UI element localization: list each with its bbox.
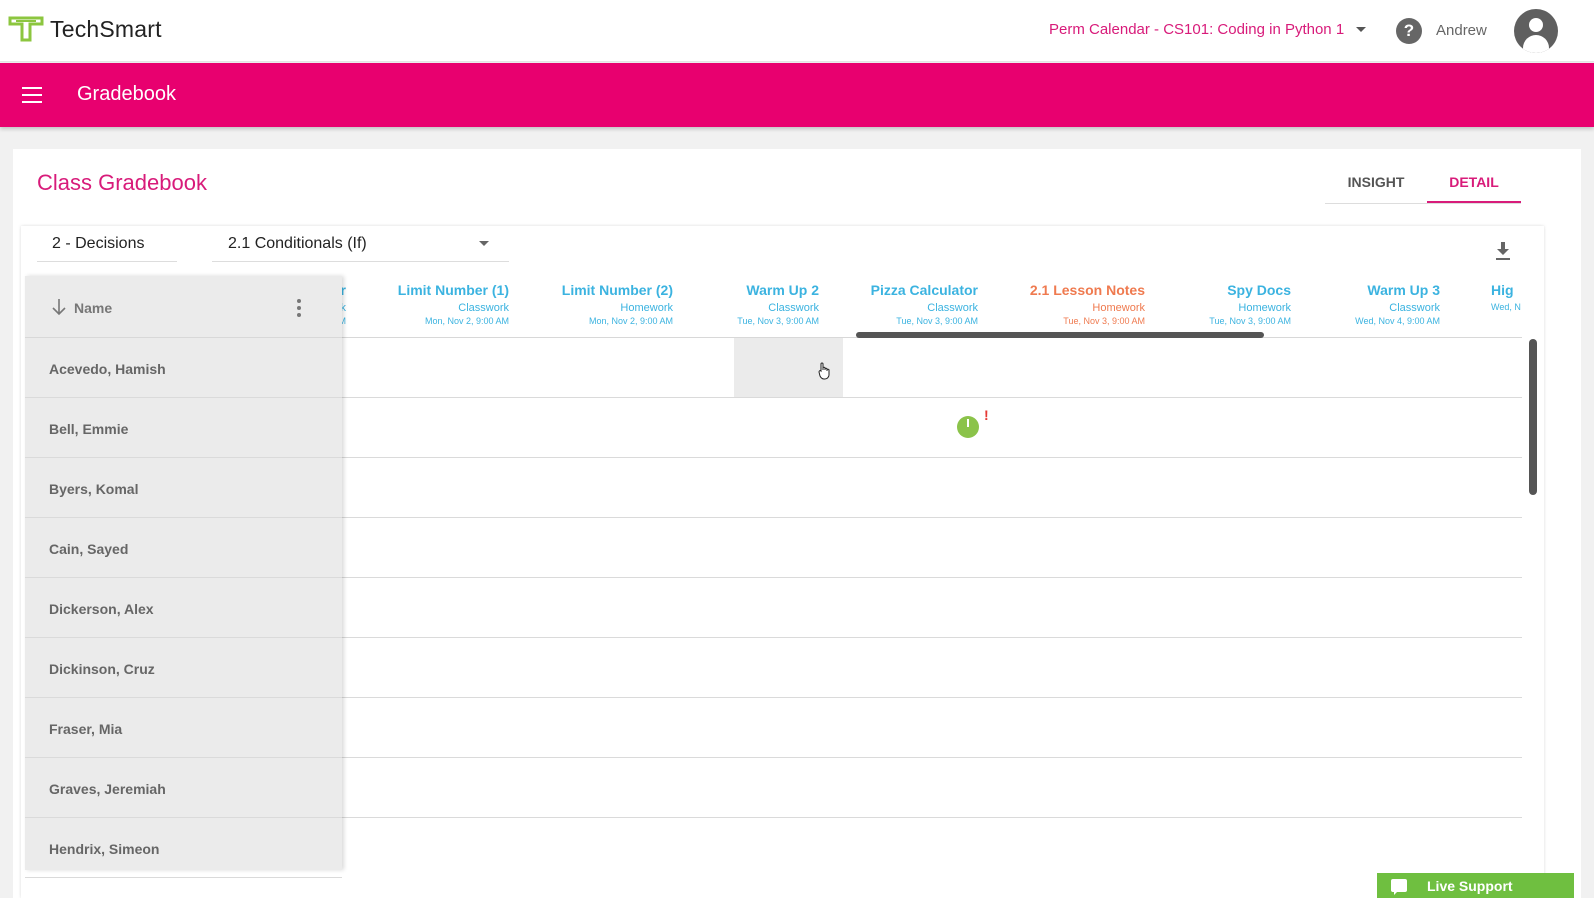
student-name[interactable]: Fraser, Mia	[25, 698, 342, 758]
assignment-header[interactable]: Warm Up 2 Classwork Tue, Nov 3, 9:00 AM	[737, 282, 819, 326]
grade-row	[342, 398, 1522, 458]
student-name[interactable]: Acevedo, Hamish	[25, 338, 342, 398]
chevron-down-icon	[1356, 27, 1367, 32]
app-bar-title: Gradebook	[77, 83, 176, 105]
tab-detail[interactable]: DETAIL	[1427, 161, 1521, 203]
gradebook-card: Class Gradebook INSIGHT DETAIL 2 - Decis…	[13, 149, 1581, 898]
alert-icon: !	[984, 407, 989, 423]
grade-row	[342, 338, 1522, 398]
name-column-header: Name	[25, 276, 342, 338]
app-bar: Gradebook	[0, 63, 1594, 127]
student-name[interactable]: Dickinson, Cruz	[25, 638, 342, 698]
student-name[interactable]: Bell, Emmie	[25, 398, 342, 458]
grade-row	[342, 518, 1522, 578]
name-header-label: Name	[74, 300, 113, 316]
grade-row	[342, 578, 1522, 638]
lesson-select[interactable]: 2.1 Conditionals (If)	[212, 226, 509, 262]
live-support-label: Live Support	[1427, 878, 1513, 894]
live-support-button[interactable]: Live Support	[1377, 873, 1574, 898]
assignment-header[interactable]: Limit Number (1) Classwork Mon, Nov 2, 9:0…	[398, 282, 509, 326]
user-name[interactable]: Andrew	[1436, 22, 1487, 39]
arrow-down-sort-icon[interactable]	[52, 298, 66, 316]
assignment-header[interactable]: Limit Number (2) Homework Mon, Nov 2, 9:00…	[562, 282, 673, 326]
assignment-header[interactable]: Pizza Calculator Classwork Tue, Nov 3, 9:0…	[871, 282, 978, 326]
chat-icon	[1391, 879, 1407, 895]
grade-row	[342, 638, 1522, 698]
student-name[interactable]: Cain, Sayed	[25, 518, 342, 578]
techsmart-logo[interactable]: TechSmart	[8, 14, 162, 44]
calendar-label: Perm Calendar - CS101: Coding in Python …	[1049, 21, 1345, 38]
student-name[interactable]: Byers, Komal	[25, 458, 342, 518]
hamburger-menu-icon[interactable]	[22, 87, 42, 103]
student-name[interactable]: Dickerson, Alex	[25, 578, 342, 638]
student-name-column: Name Acevedo, Hamish Bell, Emmie Byers, …	[25, 276, 342, 878]
assignment-header[interactable]: rkM	[342, 282, 346, 326]
student-name[interactable]: Graves, Jeremiah	[25, 758, 342, 818]
assignment-header-row: rkM Limit Number (1) Classwork Mon, Nov 2,…	[342, 276, 1522, 338]
assignment-header[interactable]: Warm Up 3 Classwork Wed, Nov 4, 9:00 AM	[1355, 282, 1440, 326]
logo-text: TechSmart	[50, 15, 162, 42]
tab-insight[interactable]: INSIGHT	[1325, 161, 1427, 203]
grade-grid: rkM Limit Number (1) Classwork Mon, Nov 2,…	[342, 276, 1522, 870]
help-icon[interactable]: ?	[1396, 18, 1422, 44]
chevron-down-icon	[479, 241, 489, 246]
grade-row	[342, 698, 1522, 758]
student-name[interactable]: Hendrix, Simeon	[25, 818, 342, 878]
assignment-header[interactable]: 2.1 Lesson Notes Homework Tue, Nov 3, 9:00…	[1030, 282, 1145, 326]
top-bar: TechSmart Perm Calendar - CS101: Coding …	[0, 0, 1594, 62]
techsmart-logo-icon	[8, 16, 44, 42]
lesson-select-value: 2.1 Conditionals (If)	[228, 235, 367, 252]
unit-select[interactable]: 2 - Decisions	[37, 226, 177, 262]
page-title: Class Gradebook	[37, 170, 207, 195]
download-icon[interactable]	[1495, 241, 1511, 261]
hand-pointer-icon	[818, 362, 830, 380]
gradebook-panel: 2 - Decisions 2.1 Conditionals (If) Name…	[21, 226, 1544, 898]
grade-row	[342, 758, 1522, 818]
view-tabs: INSIGHT DETAIL	[1325, 161, 1521, 204]
progress-clock-icon[interactable]	[957, 416, 979, 438]
assignment-header[interactable]: Hig Wed, N	[1491, 282, 1521, 312]
vertical-scrollbar[interactable]	[1529, 339, 1537, 495]
grade-row	[342, 818, 1522, 870]
assignment-header[interactable]: Spy Docs Homework Tue, Nov 3, 9:00 AM	[1209, 282, 1291, 326]
grade-row	[342, 458, 1522, 518]
avatar-icon[interactable]	[1514, 9, 1558, 53]
calendar-select[interactable]: Perm Calendar - CS101: Coding in Python …	[1049, 21, 1367, 38]
more-vert-icon[interactable]	[296, 299, 302, 317]
